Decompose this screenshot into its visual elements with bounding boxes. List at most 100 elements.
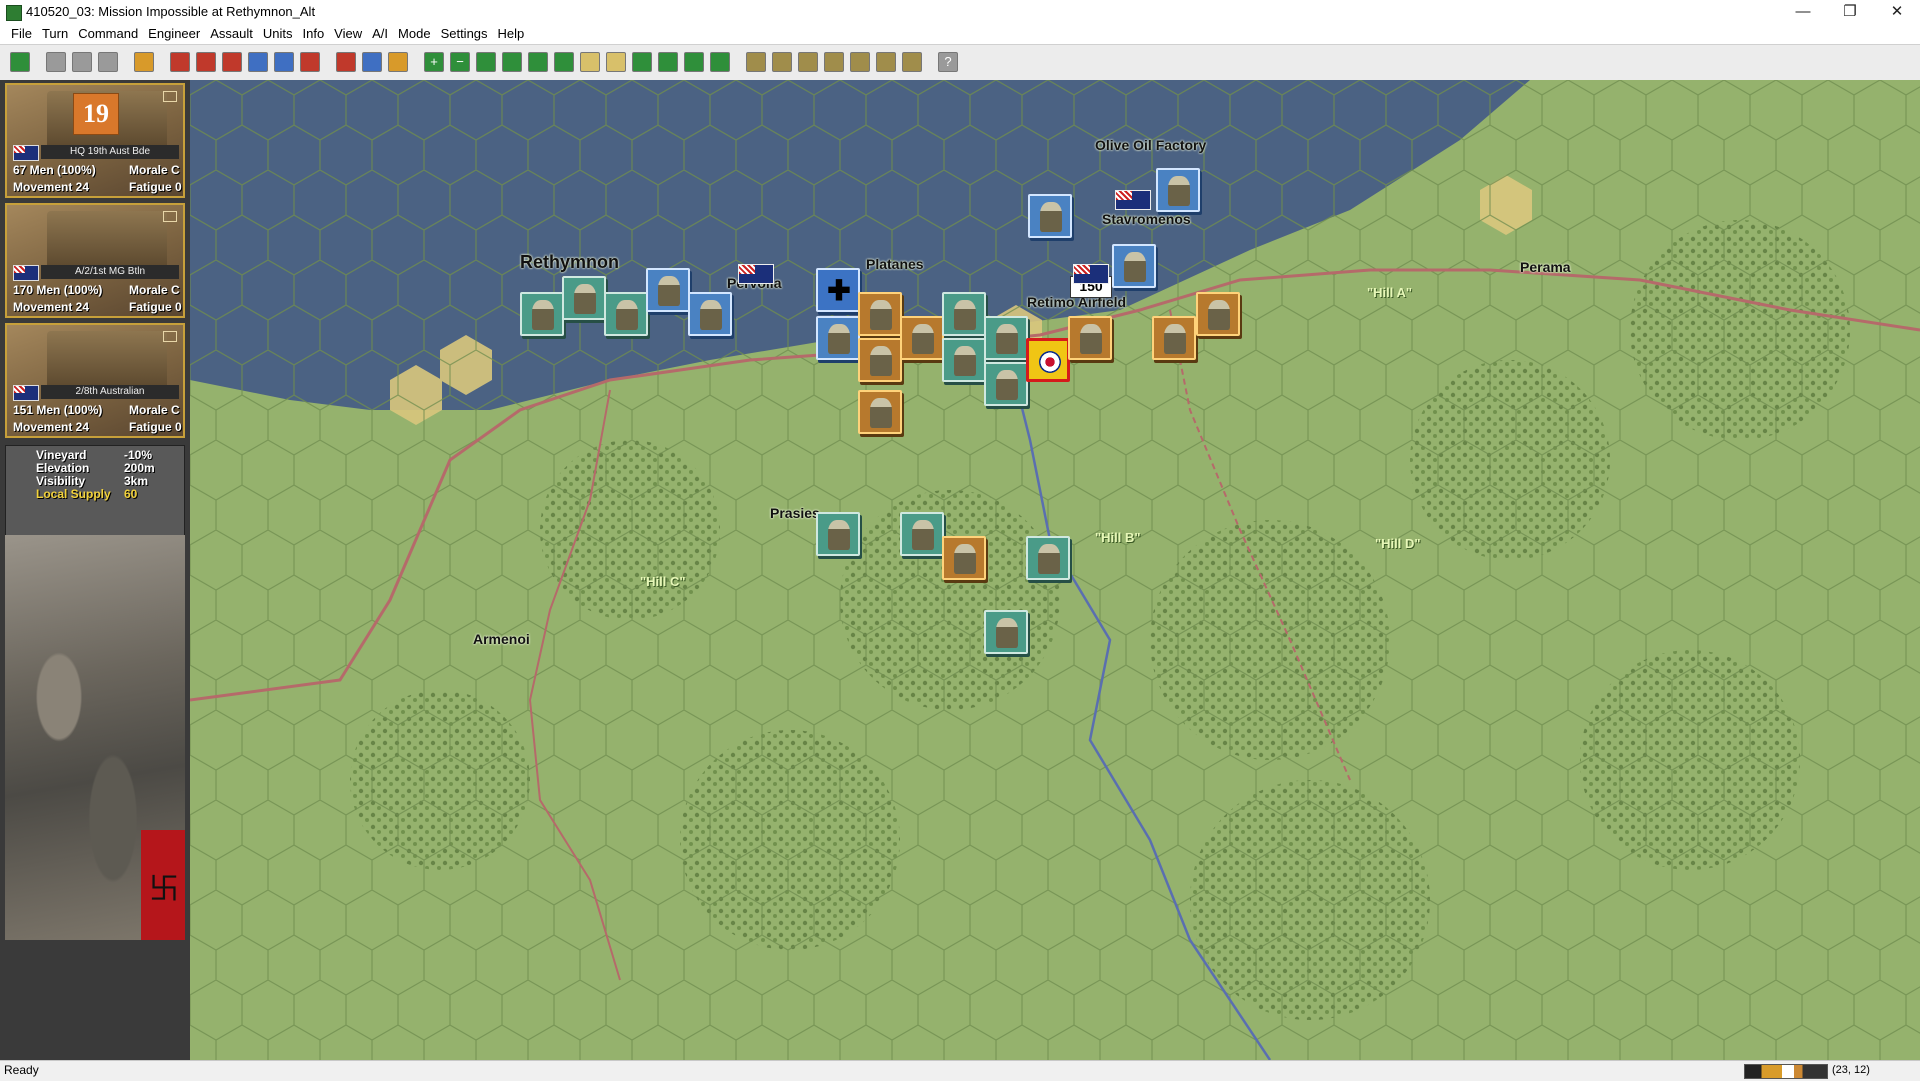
photo-flag [141,830,185,940]
menu-engineer[interactable]: Engineer [143,24,205,41]
menu-ai[interactable]: A/I [367,24,393,41]
soldier-icon [996,370,1018,400]
menu-info[interactable]: Info [297,24,329,41]
german-infantry-counter[interactable] [858,390,902,434]
soldier-icon [912,520,934,550]
visibility-label: Visibility [36,474,86,488]
australian-infantry-counter[interactable] [984,610,1028,654]
menu-turn[interactable]: Turn [37,24,73,41]
hospital-counter[interactable]: ✚ [816,268,860,312]
reinforcements-icon[interactable] [850,52,870,72]
unit-card[interactable]: 19 HQ 19th Aust Bde 67 Men (100%) Morale… [5,83,185,198]
hex-map[interactable]: Rethymnon Pervolia Platanes Olive Oil Fa… [190,80,1920,1060]
australian-infantry-counter[interactable] [604,292,648,336]
greek-infantry-counter[interactable] [688,292,732,336]
australian-infantry-counter[interactable] [520,292,564,336]
greek-infantry-counter[interactable] [816,316,860,360]
australian-infantry-counter[interactable] [900,512,944,556]
artillery-counter[interactable] [646,268,690,312]
monitor-icon[interactable] [658,52,678,72]
menu-command[interactable]: Command [73,24,143,41]
menu-file[interactable]: File [6,24,37,41]
german-infantry-counter[interactable] [1068,316,1112,360]
map-icon[interactable] [684,52,704,72]
terrain-icon[interactable] [580,52,600,72]
flag-icon[interactable] [554,52,574,72]
menu-mode[interactable]: Mode [393,24,436,41]
selected-hq-counter[interactable] [1026,338,1070,382]
organization-icon[interactable] [876,52,896,72]
unit-morale: Morale C [129,403,180,417]
unit-card[interactable]: 2/8th Australian 151 Men (100%) Morale C… [5,323,185,438]
medical-cross-icon: ✚ [827,275,851,306]
app-icon [6,5,22,21]
german-artillery-counter[interactable] [858,292,902,336]
australian-infantry-counter[interactable] [562,276,606,320]
australian-infantry-counter[interactable] [984,316,1028,360]
weather-icon[interactable] [606,52,626,72]
australia-flag-icon [13,385,39,401]
terrain-type-label: Vineyard [36,448,87,462]
german-infantry-counter[interactable] [900,316,944,360]
engineer-icon[interactable] [134,52,154,72]
visibility-value: 3km [124,474,149,488]
unit-morale: Morale C [129,163,180,177]
supply-icon[interactable] [824,52,844,72]
zoom-in-icon[interactable]: + [424,52,444,72]
tank-counter[interactable] [942,536,986,580]
unit-card[interactable]: A/2/1st MG Btln 170 Men (100%) Morale C … [5,203,185,318]
german-infantry-counter[interactable] [1196,292,1240,336]
german-infantry-counter[interactable] [1152,316,1196,360]
units-icon[interactable] [632,52,652,72]
binoculars-icon[interactable] [772,52,792,72]
objective-icon[interactable] [528,52,548,72]
menu-settings[interactable]: Settings [436,24,493,41]
air-icon[interactable] [248,52,268,72]
overview-icon[interactable] [710,52,730,72]
hill-a-label: "Hill A" [1367,285,1413,300]
zoom-out-icon[interactable]: − [450,52,470,72]
greek-infantry-counter[interactable] [1028,194,1072,238]
lock-icon[interactable] [746,52,766,72]
greek-infantry-counter[interactable] [1112,244,1156,288]
australian-infantry-counter[interactable] [816,512,860,556]
soldier-icon [1208,300,1230,330]
report-icon[interactable] [798,52,818,72]
restore-button[interactable]: ❐ [1827,0,1873,24]
australian-infantry-counter[interactable] [942,338,986,382]
australian-infantry-counter[interactable] [942,292,986,336]
minimize-button[interactable]: — [1780,0,1826,24]
place-prasies: Prasies [770,505,820,521]
highlight-icon[interactable] [502,52,522,72]
cancel-icon[interactable] [274,52,294,72]
australian-infantry-counter[interactable] [1026,536,1070,580]
place-rethymnon: Rethymnon [520,252,619,272]
open-icon[interactable] [72,52,92,72]
status-bar: Ready (23, 12) [0,1060,1920,1081]
line-of-sight-icon[interactable] [336,52,356,72]
orders-icon[interactable] [902,52,922,72]
cycle-units-icon[interactable] [10,52,30,72]
german-artillery-counter[interactable] [858,338,902,382]
german-infantry-counter[interactable] [1156,168,1200,212]
assault-icon[interactable] [170,52,190,72]
fire-icon[interactable] [222,52,242,72]
bombard-icon[interactable] [196,52,216,72]
close-button[interactable]: ✕ [1874,0,1920,24]
unit-men: 151 Men (100%) [13,403,103,417]
soldier-icon [1038,544,1060,574]
unit-info-icon[interactable] [388,52,408,72]
menu-units[interactable]: Units [258,24,298,41]
mini-map[interactable] [1744,1064,1828,1079]
menu-assault[interactable]: Assault [205,24,258,41]
menu-help[interactable]: Help [493,24,530,41]
menu-view[interactable]: View [329,24,367,41]
help-icon[interactable]: ? [938,52,958,72]
save-icon[interactable] [98,52,118,72]
australian-infantry-counter[interactable] [984,362,1028,406]
info-icon[interactable] [362,52,382,72]
title-bar: 410520_03: Mission Impossible at Rethymn… [0,0,1920,24]
hex-grid-icon[interactable] [476,52,496,72]
list-icon[interactable] [300,52,320,72]
turn-icon[interactable] [46,52,66,72]
